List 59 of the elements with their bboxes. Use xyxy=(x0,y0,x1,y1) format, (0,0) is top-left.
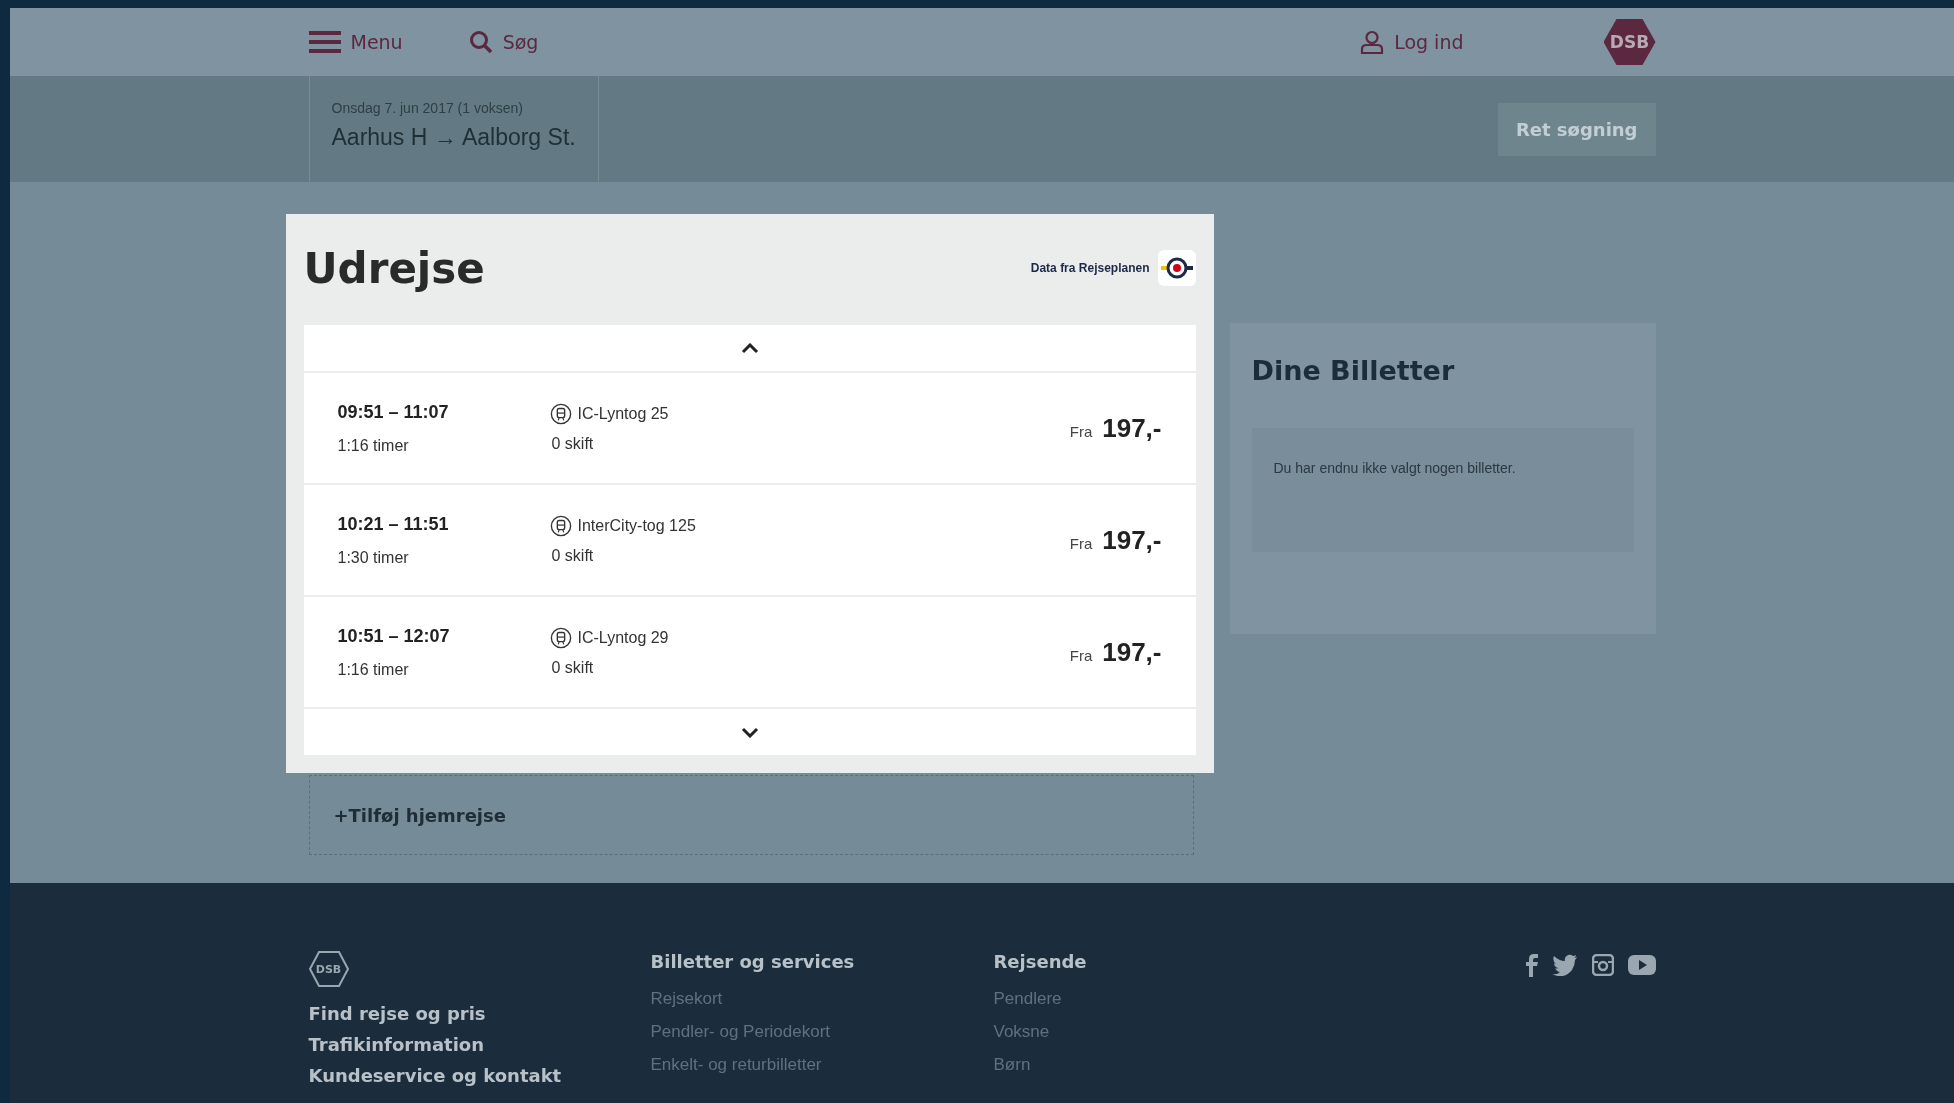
footer-main-link[interactable]: Find rejse og pris xyxy=(308,1003,651,1024)
route-text: Aarhus H → Aalborg St. xyxy=(331,124,576,151)
price: 197,- xyxy=(1102,636,1162,668)
add-return-button[interactable]: +Tilføj hjemrejse xyxy=(308,775,1194,855)
changes-count: 0 skift xyxy=(550,435,595,453)
travel-duration: 1:16 timer xyxy=(337,660,410,679)
chevron-up-icon xyxy=(740,342,759,354)
departure-times: 09:51 – 11:07 xyxy=(337,401,450,423)
instagram-icon[interactable] xyxy=(1591,954,1614,976)
footer-main-link[interactable]: Kundeservice og kontakt xyxy=(308,1065,651,1086)
search-icon xyxy=(468,30,493,54)
train-name: InterCity-tog 125 xyxy=(577,517,696,535)
footer-heading: Billetter og services xyxy=(650,951,856,972)
price: 197,- xyxy=(1102,524,1162,556)
footer-logo[interactable]: DSB xyxy=(308,951,349,987)
train-name: IC-Lyntog 25 xyxy=(577,405,669,423)
tickets-title: Dine Billetter xyxy=(1251,355,1456,386)
edit-search-button[interactable]: Ret søgning xyxy=(1497,102,1656,156)
twitter-icon[interactable] xyxy=(1551,954,1578,976)
train-name: IC-Lyntog 29 xyxy=(577,629,669,647)
logo[interactable]: DSB xyxy=(1603,19,1656,65)
price: 197,- xyxy=(1102,412,1162,444)
train-icon xyxy=(549,403,572,425)
train-icon xyxy=(549,627,572,649)
login-button[interactable]: Log ind xyxy=(1360,30,1464,54)
footer-link[interactable]: Børn xyxy=(993,1055,1337,1075)
price-prefix: Fra xyxy=(1069,534,1093,552)
dialog-title: Udrejse xyxy=(303,243,485,293)
footer-link[interactable]: Rejsekort xyxy=(650,989,994,1009)
footer-main-link[interactable]: Trafikinformation xyxy=(308,1034,651,1055)
travel-date: Onsdag 7. jun 2017 (1 voksen) xyxy=(331,100,524,116)
chevron-down-icon xyxy=(740,726,759,738)
youtube-icon[interactable] xyxy=(1627,954,1656,976)
travel-duration: 1:16 timer xyxy=(337,436,410,455)
facebook-icon[interactable] xyxy=(1525,953,1538,977)
empty-tickets-message: Du har endnu ikke valgt nogen billetter. xyxy=(1251,428,1634,552)
changes-count: 0 skift xyxy=(550,547,595,565)
departure-row[interactable]: 10:51 – 12:07 1:16 timer IC-Lyntog 29 0 skift Fra 197,- xyxy=(303,597,1196,707)
departure-times: 10:51 – 12:07 xyxy=(337,625,451,647)
user-icon xyxy=(1360,30,1385,54)
departure-row[interactable]: 09:51 – 11:07 1:16 timer IC-Lyntog 25 0 skift Fra 197,- xyxy=(303,373,1196,483)
footer-link[interactable]: Voksne xyxy=(993,1022,1337,1042)
train-icon xyxy=(549,515,572,537)
target-icon xyxy=(1157,250,1196,286)
search-summary[interactable]: Onsdag 7. jun 2017 (1 voksen) Aarhus H → Aalborg St. xyxy=(308,76,599,182)
price-prefix: Fra xyxy=(1069,422,1093,440)
data-source-text: Data fra Rejseplanen xyxy=(1030,261,1150,275)
search-button[interactable]: Søg xyxy=(468,30,539,54)
price-prefix: Fra xyxy=(1069,646,1093,664)
changes-count: 0 skift xyxy=(550,659,595,677)
footer-link[interactable]: Pendler- og Periodekort xyxy=(650,1022,994,1042)
travel-duration: 1:30 timer xyxy=(337,548,410,567)
footer-link[interactable]: Pendlere xyxy=(993,989,1337,1009)
menu-button[interactable]: Menu xyxy=(308,30,403,54)
departure-row[interactable]: 10:21 – 11:51 1:30 timer InterCity-tog 125 0 skift Fra 197,- xyxy=(303,485,1196,595)
footer-heading: Rejsende xyxy=(993,951,1088,972)
menu-icon xyxy=(308,30,341,54)
footer-link[interactable]: Enkelt- og returbilletter xyxy=(650,1055,994,1075)
departure-times: 10:21 – 11:51 xyxy=(337,513,450,535)
